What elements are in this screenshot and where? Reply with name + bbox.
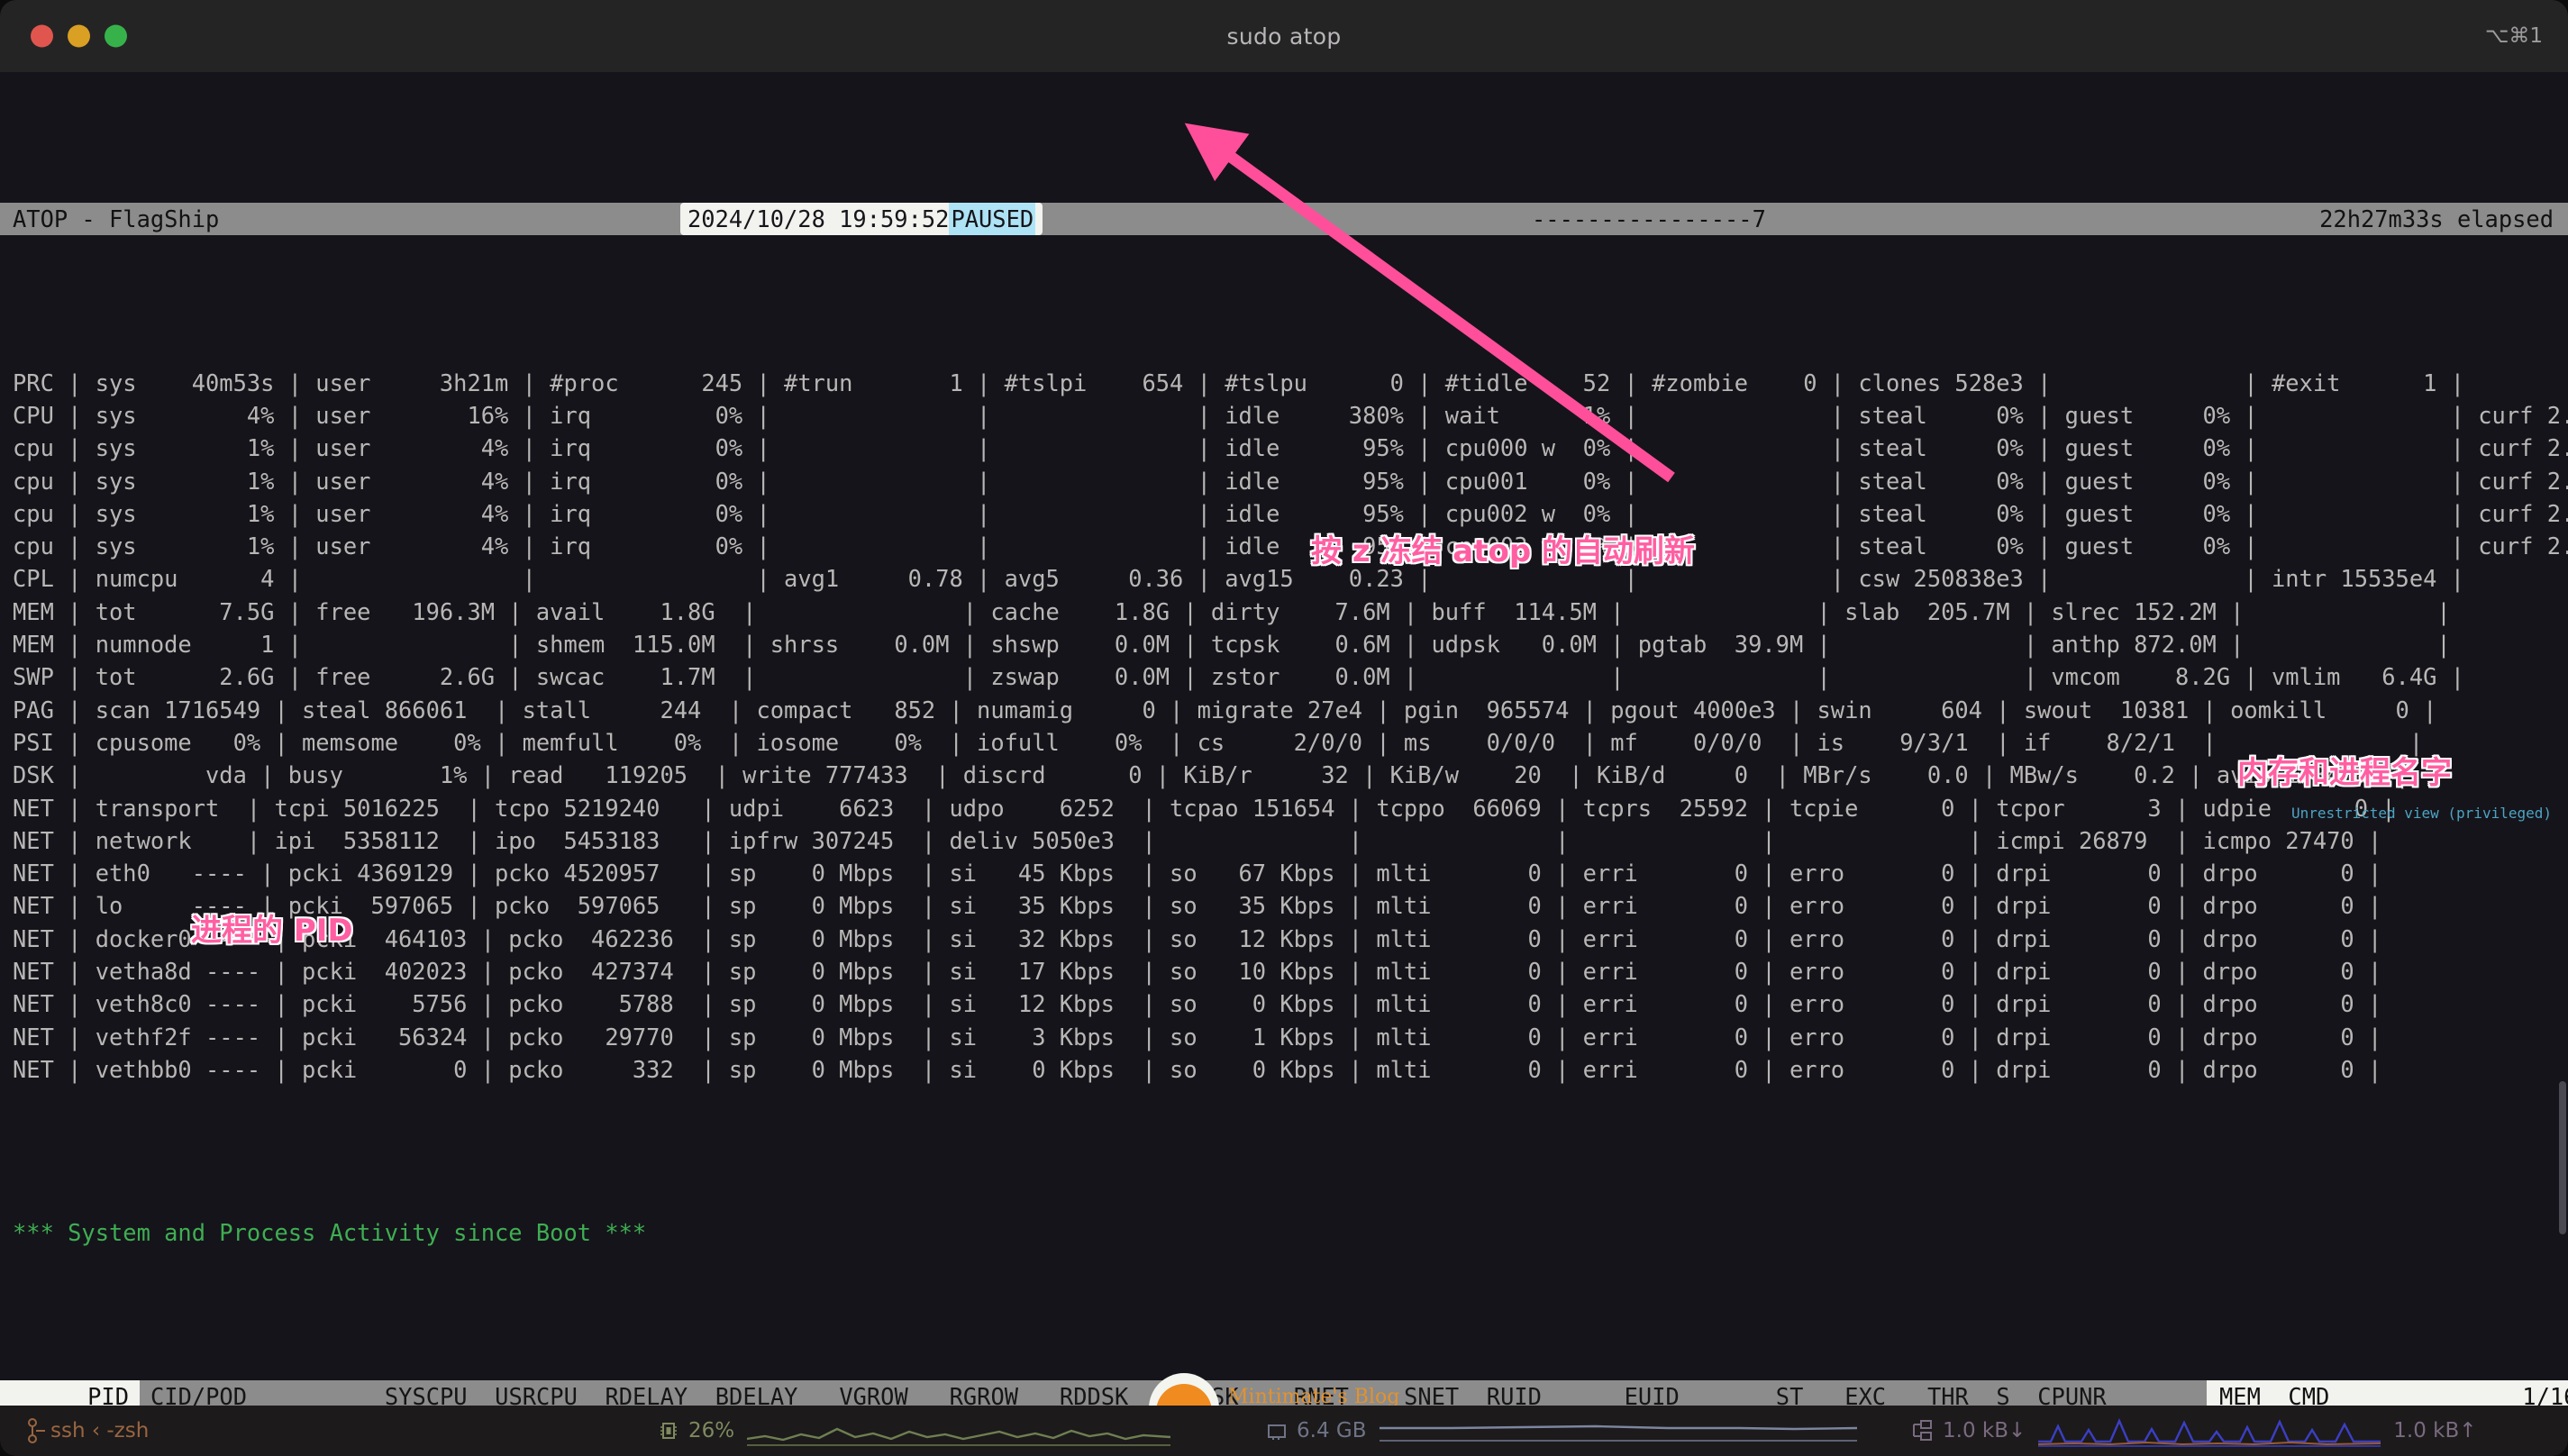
- atop-stat-line: NET | eth0 ---- | pcki 4369129 | pcko 45…: [13, 860, 2382, 887]
- status-cpu-item[interactable]: 26%: [658, 1412, 1171, 1450]
- atop-stat-line: NET | vetha8d ---- | pcki 402023 | pcko …: [13, 958, 2382, 986]
- window-shortcut-badge: ⌥⌘1: [2484, 24, 2543, 48]
- close-icon[interactable]: [31, 24, 53, 48]
- window-title: sudo atop: [1226, 23, 1342, 50]
- cpu-sparkline: [747, 1427, 1171, 1446]
- memory-icon: [1268, 1424, 1286, 1440]
- status-cpu-value: 26%: [688, 1419, 735, 1442]
- atop-timestamp-box: 2024/10/28 19:59:52 PAUSED: [680, 203, 1043, 236]
- status-memory-value: 6.4 GB: [1297, 1419, 1367, 1442]
- atop-system-lines: PRC | sys 40m53s | user 3h21m | #proc 24…: [0, 367, 2568, 1087]
- status-bar: ssh ‹ -zsh 26% 6.4 GB 1.0 kB↓ 1.0 kB↑: [0, 1406, 2568, 1456]
- status-memory-item[interactable]: 6.4 GB: [1266, 1412, 1857, 1450]
- atop-stat-line: MEM | numnode 1 | | shmem 115.0M | shrss…: [13, 631, 2451, 659]
- shell-icon: [28, 1418, 45, 1443]
- atop-header-bar: ATOP - FlagShip 2024/10/28 19:59:52 PAUS…: [0, 203, 2568, 236]
- status-shell-item[interactable]: ssh ‹ -zsh: [27, 1418, 149, 1443]
- terminal-content[interactable]: ATOP - FlagShip 2024/10/28 19:59:52 PAUS…: [0, 72, 2568, 1406]
- atop-hostname: ATOP - FlagShip: [13, 205, 220, 233]
- atop-stat-line: PSI | cpusome 0% | memsome 0% | memfull …: [13, 728, 2424, 756]
- atop-stat-line: cpu | sys 1% | user 4% | irq 0% | | | id…: [13, 499, 2568, 527]
- cpu-icon: [660, 1423, 677, 1439]
- atop-banner: *** System and Process Activity since Bo…: [13, 1219, 647, 1247]
- minimize-icon[interactable]: [68, 24, 90, 48]
- atop-stat-line: cpu | sys 1% | user 4% | irq 0% | | | id…: [13, 467, 2568, 495]
- atop-stat-line: NET | network | ipi 5358112 | ipo 545318…: [13, 826, 2382, 854]
- unrestricted-view-label: Unrestricted view (privileged): [2291, 805, 2552, 822]
- atop-stat-line: SWP | tot 2.6G | free 2.6G | swcac 1.7M …: [13, 663, 2464, 691]
- column-header-pid[interactable]: PID: [0, 1379, 140, 1406]
- atop-paused-badge: PAUSED: [949, 203, 1036, 236]
- atop-stat-line: CPU | sys 4% | user 16% | irq 0% | | | i…: [13, 401, 2568, 429]
- atop-stat-line: NET | veth8c0 ---- | pcki 5756 | pcko 57…: [13, 990, 2382, 1018]
- atop-stat-line: CPL | numcpu 4 | | | avg1 0.78 | avg5 0.…: [13, 565, 2464, 593]
- atop-stat-line: MEM | tot 7.5G | free 196.3M | avail 1.8…: [13, 597, 2451, 625]
- atop-stat-line: PAG | scan 1716549 | steal 866061 | stal…: [13, 696, 2437, 723]
- column-header-mem-cmd[interactable]: MEM CMD 1/16: [2207, 1379, 2568, 1406]
- maximize-icon[interactable]: [105, 24, 127, 48]
- atop-stat-line: cpu | sys 1% | user 4% | irq 0% | | | id…: [13, 434, 2568, 462]
- scrollbar-thumb[interactable]: [2559, 1081, 2566, 1234]
- atop-stat-line: NET | transport | tcpi 5016225 | tcpo 52…: [13, 794, 2396, 822]
- memory-sparkline: [1379, 1424, 1857, 1442]
- status-shell-label: ssh ‹ -zsh: [50, 1419, 150, 1442]
- atop-timestamp: 2024/10/28 19:59:52: [688, 205, 950, 233]
- network-icon: [1913, 1420, 1932, 1441]
- atop-stat-line: PRC | sys 40m53s | user 3h21m | #proc 24…: [13, 369, 2464, 396]
- atop-elapsed: 22h27m33s elapsed: [2319, 205, 2554, 233]
- atop-stat-line: NET | lo ---- | pcki 597065 | pcko 59706…: [13, 892, 2382, 920]
- atop-stat-line: NET | vethbb0 ---- | pcki 0 | pcko 332 |…: [13, 1055, 2382, 1083]
- terminal-window: sudo atop ⌥⌘1 ATOP - FlagShip 2024/10/28…: [0, 0, 2568, 1456]
- atop-stat-line: NET | docker0 ---- | pcki 464103 | pcko …: [13, 924, 2382, 952]
- atop-stat-line: NET | vethf2f ---- | pcki 56324 | pcko 2…: [13, 1023, 2382, 1051]
- process-table-header: PID CID/POD SYSCPU USRCPU RDELAY BDELAY …: [0, 1379, 2568, 1406]
- window-traffic-lights: [31, 24, 127, 48]
- network-sparkline: [2038, 1417, 2381, 1447]
- status-net-down-value: 1.0 kB↓: [1943, 1419, 2026, 1442]
- atop-dashes: ----------------7: [1532, 205, 1766, 233]
- status-net-up-value: 1.0 kB↑: [2393, 1419, 2477, 1442]
- status-network-item[interactable]: 1.0 kB↓ 1.0 kB↑: [1910, 1412, 2477, 1450]
- window-titlebar: sudo atop ⌥⌘1: [0, 0, 2568, 72]
- atop-stat-line: DSK | vda | busy 1% | read 119205 | writ…: [13, 761, 2409, 789]
- column-headers: CID/POD SYSCPU USRCPU RDELAY BDELAY VGRO…: [150, 1382, 2107, 1406]
- atop-stat-line: cpu | sys 1% | user 4% | irq 0% | | | id…: [13, 532, 2568, 560]
